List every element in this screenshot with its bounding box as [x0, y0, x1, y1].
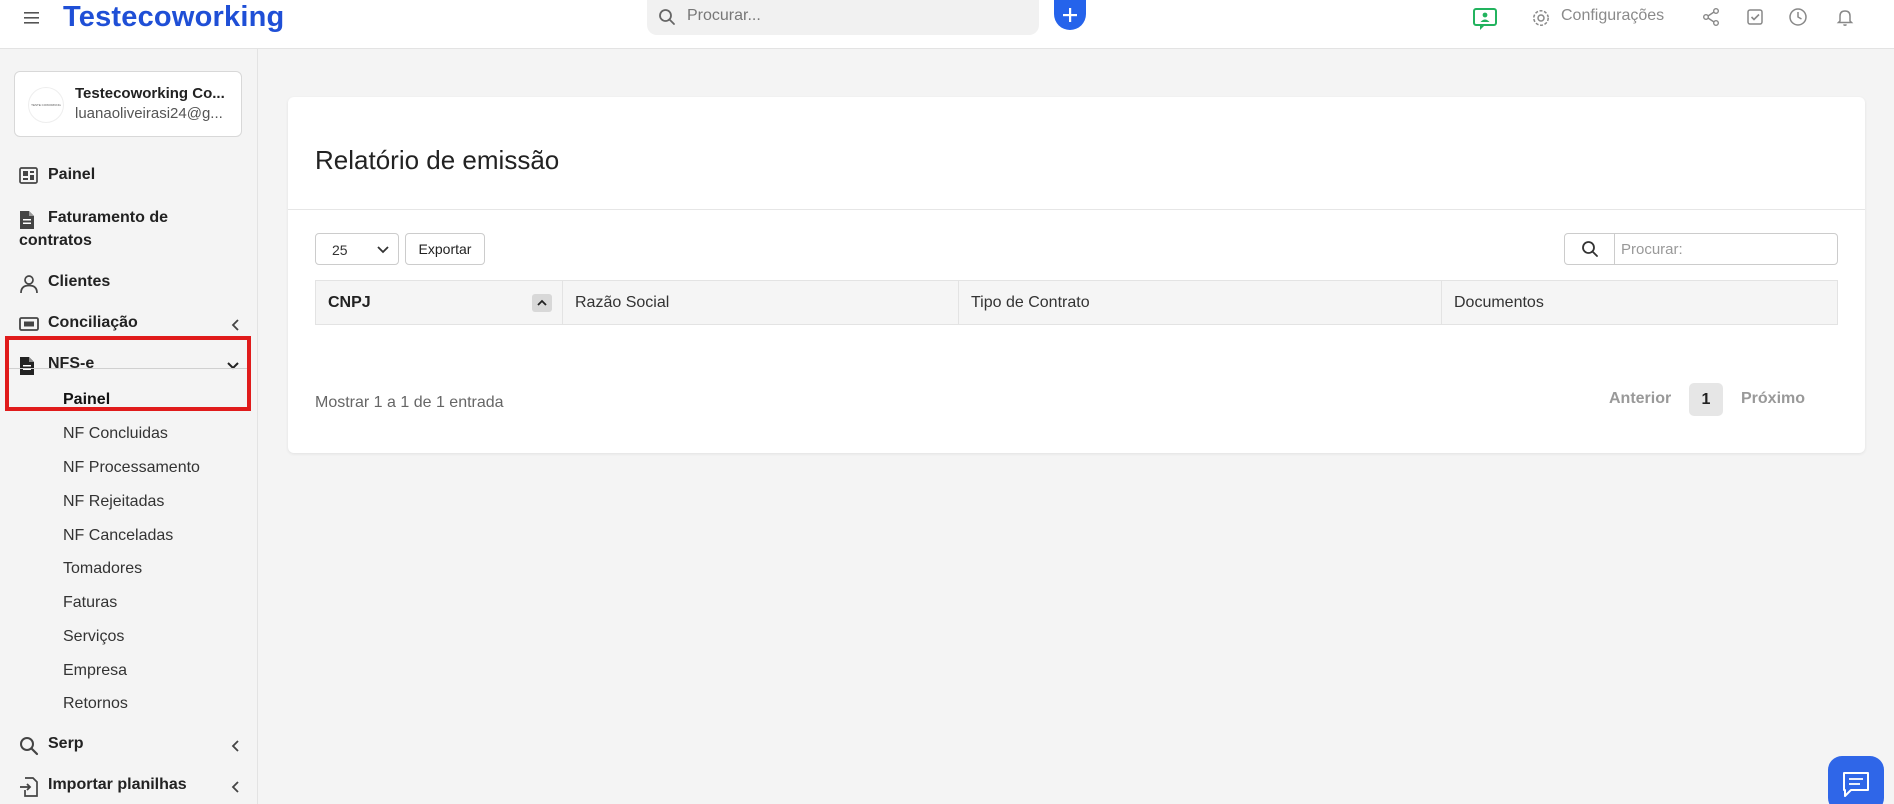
report-card: Relatório de emissão 25 Exportar CNPJ Ra…	[288, 97, 1865, 453]
pagination-next[interactable]: Próximo	[1741, 390, 1805, 408]
chevron-left-icon[interactable]	[230, 780, 242, 799]
column-header-tipo-contrato[interactable]: Tipo de Contrato	[959, 281, 1442, 324]
table-info: Mostrar 1 a 1 de 1 entrada	[315, 394, 504, 411]
search-icon	[19, 736, 39, 761]
task-check-icon[interactable]	[1745, 7, 1765, 32]
plus-icon	[1063, 8, 1077, 22]
page-title: Relatório de emissão	[315, 145, 560, 175]
chat-icon	[1843, 772, 1869, 797]
pagination-page[interactable]: 1	[1689, 383, 1723, 416]
search-icon	[658, 8, 676, 31]
column-header-documentos[interactable]: Documentos	[1442, 281, 1837, 324]
global-search[interactable]	[647, 0, 1039, 35]
gear-icon[interactable]	[1531, 8, 1551, 33]
sidebar-subitem-nf-processamento[interactable]: NF Processamento	[63, 459, 200, 477]
sidebar-subitem-tomadores[interactable]: Tomadores	[63, 560, 142, 578]
sidebar-subitem-faturas[interactable]: Faturas	[63, 594, 117, 612]
sort-ascending-icon[interactable]	[532, 294, 552, 312]
column-header-cnpj[interactable]: CNPJ	[316, 281, 563, 324]
dashboard-icon	[19, 167, 39, 190]
pagination-previous[interactable]: Anterior	[1609, 390, 1671, 408]
sidebar-subitem-servicos[interactable]: Serviços	[63, 628, 124, 646]
column-header-razao-social[interactable]: Razão Social	[563, 281, 959, 324]
account-card[interactable]: TESTE COWORKING Testecoworking Co... lua…	[14, 71, 242, 137]
support-chat-icon[interactable]	[1472, 6, 1498, 37]
sidebar-subitem-nf-rejeitadas[interactable]: NF Rejeitadas	[63, 493, 164, 511]
global-search-input[interactable]	[687, 4, 1027, 28]
sidebar: TESTE COWORKING Testecoworking Co... lua…	[0, 49, 258, 804]
file-import-icon	[19, 777, 39, 802]
chevron-down-icon	[376, 243, 390, 259]
add-button[interactable]	[1054, 0, 1086, 30]
table-search-input[interactable]	[1621, 239, 1831, 259]
config-link[interactable]: Configurações	[1561, 7, 1664, 25]
search-icon	[1565, 234, 1615, 264]
sidebar-subitem-nf-canceladas[interactable]: NF Canceladas	[63, 527, 173, 545]
menu-icon[interactable]	[22, 8, 42, 26]
account-email: luanaoliveirasi24@g...	[75, 105, 223, 122]
divider	[288, 209, 1865, 210]
top-bar: Testecoworking Configurações	[0, 0, 1894, 49]
table-header: CNPJ Razão Social Tipo de Contrato Docum…	[315, 280, 1838, 325]
export-button[interactable]: Exportar	[405, 233, 485, 265]
sidebar-subitem-retornos[interactable]: Retornos	[63, 695, 128, 713]
page-size-select[interactable]: 25	[315, 233, 399, 265]
ticket-icon	[19, 315, 39, 338]
clock-icon[interactable]	[1788, 7, 1808, 32]
sidebar-subitem-nf-concluidas[interactable]: NF Concluidas	[63, 425, 168, 443]
brand-title[interactable]: Testecoworking	[63, 0, 284, 34]
chat-button[interactable]	[1828, 756, 1884, 804]
highlight-annotation	[5, 336, 251, 411]
sidebar-subitem-empresa[interactable]: Empresa	[63, 662, 127, 680]
bell-icon[interactable]	[1835, 7, 1855, 32]
sidebar-item-faturamento[interactable]: Faturamento de contratos	[19, 209, 239, 251]
avatar: TESTE COWORKING	[28, 87, 64, 123]
user-icon	[19, 274, 39, 299]
share-icon[interactable]	[1701, 7, 1721, 32]
account-name: Testecoworking Co...	[75, 85, 225, 102]
chevron-left-icon[interactable]	[230, 318, 242, 337]
table-search[interactable]	[1564, 233, 1838, 265]
chevron-left-icon[interactable]	[230, 739, 242, 758]
